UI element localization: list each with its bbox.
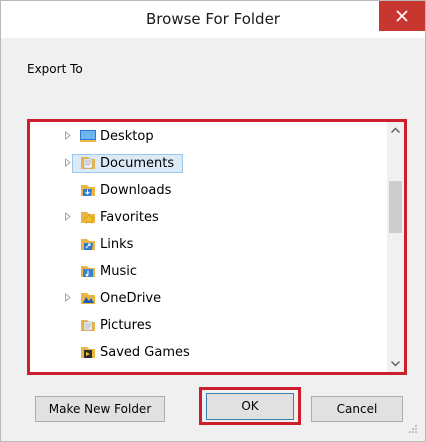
tree-item-label: Downloads xyxy=(100,183,172,198)
music-folder-icon xyxy=(81,266,95,277)
scroll-up-arrow-icon[interactable] xyxy=(387,122,404,139)
favorites-folder-icon xyxy=(81,212,95,225)
expand-arrow-icon[interactable] xyxy=(64,293,72,302)
tree-item-label: Links xyxy=(100,237,134,252)
tree-item-label: Favorites xyxy=(100,210,159,225)
tree-item-onedrive[interactable]: OneDrive xyxy=(30,285,387,311)
tree-item-label: Music xyxy=(100,264,137,279)
scroll-down-arrow-icon[interactable] xyxy=(387,355,404,372)
cancel-button[interactable]: Cancel xyxy=(311,396,403,422)
tree-item-music[interactable]: Music xyxy=(30,258,387,284)
tree-item-label: Pictures xyxy=(100,318,152,333)
close-button[interactable] xyxy=(379,1,425,31)
tree-item-pictures[interactable]: Pictures xyxy=(30,312,387,338)
resize-grip-icon[interactable] xyxy=(408,424,418,434)
documents-folder-icon xyxy=(81,157,95,169)
links-folder-icon xyxy=(81,239,95,250)
make-new-folder-button[interactable]: Make New Folder xyxy=(35,396,165,422)
expand-arrow-icon[interactable] xyxy=(64,158,72,167)
folder-tree[interactable]: Desktop Documents Downloads Favorites Li… xyxy=(30,122,387,372)
desktop-folder-icon xyxy=(80,130,96,142)
scrollbar-thumb[interactable] xyxy=(389,181,402,233)
tree-item-downloads[interactable]: Downloads xyxy=(30,177,387,203)
onedrive-folder-icon xyxy=(81,293,95,304)
title-bar[interactable]: Browse For Folder xyxy=(1,1,425,38)
tree-item-favorites[interactable]: Favorites xyxy=(30,204,387,230)
close-icon xyxy=(396,10,408,22)
tree-item-label: Saved Games xyxy=(100,345,190,360)
ok-button[interactable]: OK xyxy=(206,393,294,420)
tree-item-label: OneDrive xyxy=(100,291,162,306)
downloads-folder-icon xyxy=(81,185,95,196)
tree-item-saved-games[interactable]: Saved Games xyxy=(30,339,387,365)
saved-games-folder-icon xyxy=(81,347,95,358)
tree-item-label: Documents xyxy=(100,156,175,171)
tree-item-links[interactable]: Links xyxy=(30,231,387,257)
dialog-title: Browse For Folder xyxy=(146,10,280,28)
pictures-folder-icon xyxy=(81,320,95,331)
folder-icon xyxy=(79,370,97,372)
tree-item-desktop[interactable]: Desktop xyxy=(30,123,387,149)
tree-item-documents[interactable]: Documents xyxy=(30,150,387,176)
expand-arrow-icon[interactable] xyxy=(64,131,72,140)
expand-arrow-icon[interactable] xyxy=(64,212,72,221)
vertical-scrollbar[interactable] xyxy=(387,122,404,372)
folder-tree-highlight: Desktop Documents Downloads Favorites Li… xyxy=(27,119,407,375)
tree-item-partial[interactable] xyxy=(30,366,387,372)
dialog-description: Export To xyxy=(27,62,83,76)
tree-item-label: Desktop xyxy=(100,129,154,144)
